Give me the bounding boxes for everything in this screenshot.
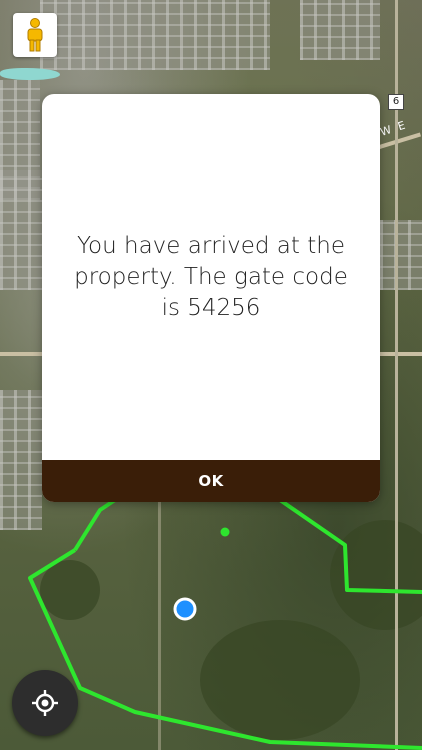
arrival-dialog: You have arrived at the property. The ga… [42, 94, 380, 502]
crosshair-icon [32, 690, 58, 716]
waypoint-marker [220, 527, 230, 537]
dialog-body: You have arrived at the property. The ga… [42, 94, 380, 460]
my-location-button[interactable] [12, 670, 78, 736]
dialog-message: You have arrived at the property. The ga… [74, 232, 348, 321]
street-view-button[interactable] [13, 13, 57, 57]
ok-button[interactable]: OK [42, 460, 380, 502]
property-boundary-line [28, 548, 422, 750]
property-boundary-line [73, 498, 422, 594]
pegman-icon [27, 18, 43, 52]
user-location-dot [173, 597, 197, 621]
